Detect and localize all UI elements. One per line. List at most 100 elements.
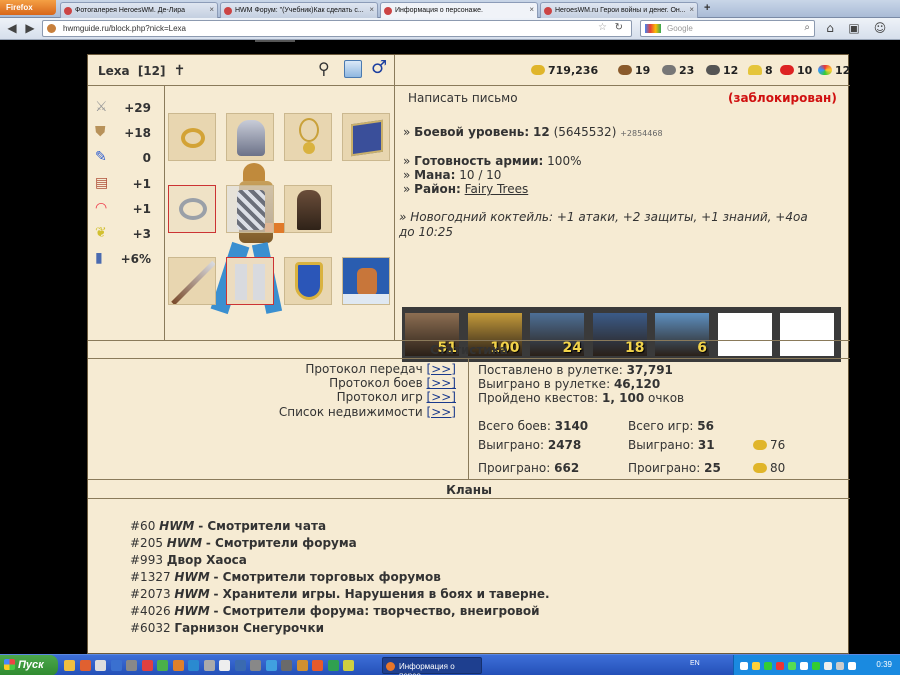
amulet-pendant <box>303 142 315 154</box>
male-icon: ♂ <box>371 57 388 78</box>
quick-launch-icon[interactable] <box>157 660 168 671</box>
tray-icon[interactable] <box>788 662 796 670</box>
start-button[interactable]: Пуск <box>0 655 58 675</box>
system-tray: 0:39 <box>733 655 900 675</box>
search-icon[interactable]: ⌕ <box>804 22 810 33</box>
weapon-ring-slot[interactable] <box>168 185 216 233</box>
quick-launch-icon[interactable] <box>327 660 339 671</box>
clan-item[interactable]: #993 Двор Хаоса <box>130 553 247 567</box>
bookmark-star-icon[interactable]: ☆ <box>598 22 607 33</box>
tab-forum[interactable]: HWM Форум: "(Учебник)Как сделать с... × <box>220 2 378 18</box>
gold-resource: 719,236 <box>531 64 598 77</box>
search-input[interactable]: Google ⌕ <box>640 20 815 37</box>
clan-item[interactable]: #6032 Гарнизон Снегурочки <box>130 621 324 635</box>
language-indicator[interactable]: EN <box>690 660 700 667</box>
quick-launch-icon[interactable] <box>64 660 75 671</box>
stat-link-button[interactable]: [>>] <box>427 362 456 376</box>
tab-gallery[interactable]: Фотогалерея HeroesWM. Де-Лира × <box>60 2 218 18</box>
tray-icon[interactable] <box>740 662 748 670</box>
clan-item[interactable]: #1327 HWM - Смотрители торговых форумов <box>130 570 441 584</box>
close-icon[interactable]: × <box>209 5 214 14</box>
quick-launch-icon[interactable] <box>234 660 246 671</box>
stat-link-row: Список недвижимости [>>] <box>279 405 456 419</box>
quick-launch-icon[interactable] <box>110 660 122 671</box>
tray-icon[interactable] <box>764 662 772 670</box>
home-icon[interactable]: ⌂ <box>822 20 838 37</box>
close-icon[interactable]: × <box>369 5 374 14</box>
quick-launch-icon[interactable] <box>188 660 199 671</box>
tab-label: HeroesWM.ru Герои войны и денег. Он... <box>555 7 686 14</box>
clock[interactable]: 0:39 <box>876 660 892 669</box>
back-icon[interactable]: ◀ <box>3 20 21 37</box>
firefox-menu-button[interactable]: Firefox <box>0 0 56 15</box>
quick-launch-icon[interactable] <box>95 660 106 671</box>
tray-icon[interactable] <box>848 662 856 670</box>
helmet-slot[interactable] <box>226 113 274 161</box>
tab-heroeswm[interactable]: HeroesWM.ru Герои войны и денег. Он... × <box>540 2 698 18</box>
quick-launch-icon[interactable] <box>343 660 354 671</box>
ring-slot[interactable] <box>168 113 216 161</box>
clan-item[interactable]: #2073 HWM - Хранители игры. Нарушения в … <box>130 587 550 601</box>
games-total: Всего игр: 56 <box>628 419 714 433</box>
character-panel: Lexa [12] ✝ ⚲ ♂ 719,236 19 23 12 8 10 12… <box>87 54 850 654</box>
amulet-slot[interactable] <box>284 113 332 161</box>
armor-slot[interactable] <box>226 185 274 233</box>
tray-icon[interactable] <box>824 662 832 670</box>
stat-link-button[interactable]: [>>] <box>427 390 456 404</box>
write-letter-link[interactable]: Написать письмо <box>408 91 518 105</box>
book-slot[interactable] <box>342 113 390 161</box>
district-link[interactable]: Fairy Trees <box>465 182 529 196</box>
tray-icon[interactable] <box>776 662 784 670</box>
stat-link-button[interactable]: [>>] <box>427 376 456 390</box>
quick-launch-icon[interactable] <box>265 660 277 671</box>
downloads-icon[interactable]: ▣ <box>846 20 862 37</box>
tray-icon[interactable] <box>836 662 844 670</box>
snow-decor <box>343 294 389 304</box>
quick-launch-icon[interactable] <box>79 660 91 671</box>
quick-launch-icon[interactable] <box>250 660 261 671</box>
stat-link-button[interactable]: [>>] <box>427 405 456 419</box>
quick-launch-icon[interactable] <box>296 660 308 671</box>
tray-icon[interactable] <box>752 662 760 670</box>
attribute-value: 0 <box>142 151 151 166</box>
quick-launch-icon[interactable] <box>141 660 153 671</box>
clan-number: #60 <box>130 519 156 533</box>
page-viewport: Lexa [12] ✝ ⚲ ♂ 719,236 19 23 12 8 10 12… <box>0 40 900 654</box>
battles-total: Всего боев: 3140 <box>478 419 589 433</box>
favicon-icon <box>544 7 552 15</box>
clan-item[interactable]: #205 HWM - Смотрители форума <box>130 536 357 550</box>
close-icon[interactable]: × <box>689 5 694 14</box>
search-placeholder: Google <box>667 24 693 33</box>
deer-slot[interactable] <box>342 257 390 305</box>
tray-icon[interactable] <box>800 662 808 670</box>
sulfur-resource: 8 <box>748 64 773 77</box>
quick-launch-icon[interactable] <box>203 660 215 671</box>
scroll-icon[interactable] <box>344 60 362 78</box>
clan-item[interactable]: #4026 HWM - Смотрители форума: творчеств… <box>130 604 540 618</box>
magnifier-icon[interactable]: ⚲ <box>318 59 330 78</box>
weapon-slot[interactable] <box>168 257 216 305</box>
tab-character-info[interactable]: Информация о персонаже. × <box>380 2 538 18</box>
cloak-slot[interactable] <box>284 185 332 233</box>
forward-icon[interactable]: ▶ <box>22 20 38 37</box>
taskbar-window-button[interactable]: Информация о персо... <box>382 657 482 675</box>
reload-icon[interactable]: ↻ <box>615 22 623 33</box>
boots-slot[interactable] <box>226 257 274 305</box>
site-identity-icon <box>47 24 56 33</box>
url-bar[interactable]: hwmguide.ru/block.php?nick=Lexa ☆ ↻ <box>42 20 632 37</box>
quick-launch-icon[interactable] <box>312 660 323 671</box>
games-won: Выиграно: 31 <box>628 438 715 452</box>
clan-item[interactable]: #60 HWM - Смотрители чата <box>130 519 326 533</box>
tray-icon[interactable] <box>812 662 820 670</box>
addon-icon[interactable]: ☺ <box>872 20 888 37</box>
shield-slot[interactable] <box>284 257 332 305</box>
quick-launch-icon[interactable] <box>172 660 184 671</box>
quick-launch-icon[interactable] <box>219 660 230 671</box>
quick-launch-icon[interactable] <box>126 660 137 671</box>
close-icon[interactable]: × <box>529 5 534 14</box>
ore-icon <box>662 65 676 75</box>
clan-tag: HWM <box>166 536 203 550</box>
new-tab-button[interactable]: + <box>704 2 710 14</box>
quick-launch-icon[interactable] <box>281 660 292 671</box>
player-name[interactable]: Lexa <box>98 64 130 78</box>
